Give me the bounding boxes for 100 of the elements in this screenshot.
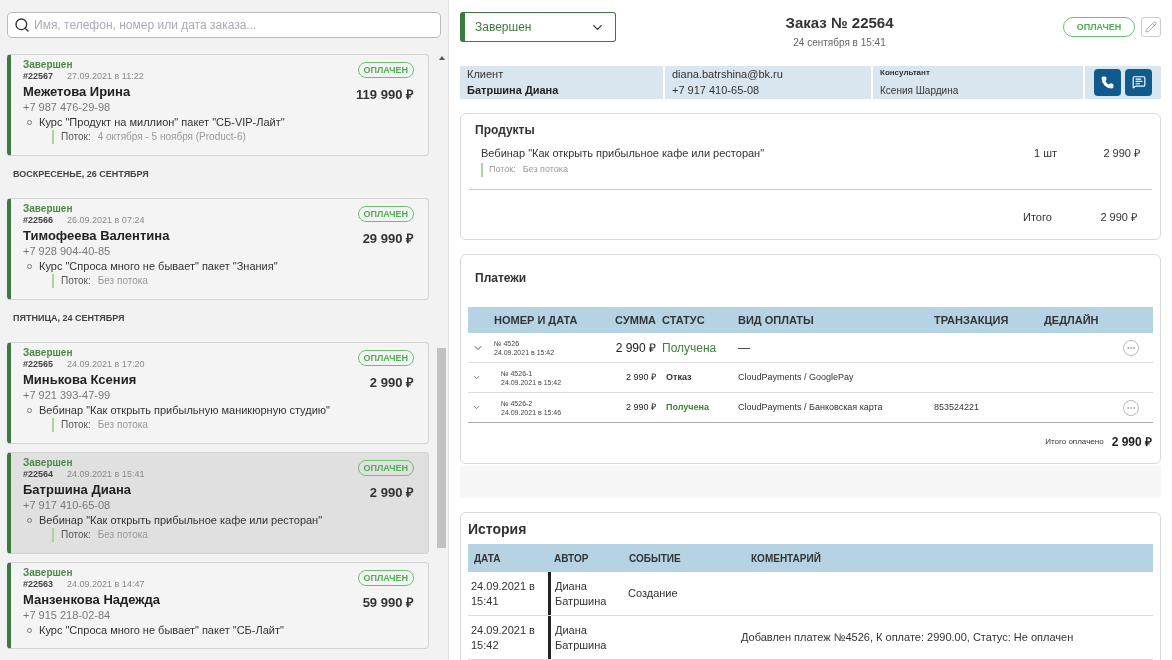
customer-name: Батршина Диана [23,481,132,498]
order-status: Завершен [23,59,74,71]
payment-sum: 2 990 ₽ [624,370,656,384]
history-event: Создание [627,586,679,602]
client-phone: +7 917 410-65-08 [672,83,761,98]
total-label: Итого [1023,209,1053,225]
order-status: Завершен [23,203,74,215]
client-label: Клиент [467,66,505,82]
order-date: 24.09.2021 в 15:41 [67,469,145,480]
scroll-up-icon[interactable] [438,56,445,60]
stream-label: Поток: [61,130,91,144]
column-header: ДЕДЛАЙН [1044,312,1100,328]
column-header: ДАТА [473,551,502,566]
consultant-name: Ксения Шардина [880,83,960,98]
order-price: 2 990 ₽ [369,374,414,392]
order-number: #22565 [23,359,54,370]
payment-sum: 2 990 ₽ [614,339,656,357]
payment-status: Получена [661,339,718,357]
product-quantity: 1 шт [1034,145,1059,161]
order-number: #22567 [23,71,54,82]
edit-button[interactable] [1141,17,1161,37]
message-button[interactable] [1125,68,1152,96]
column-header: КОМЕНТАРИЙ [750,551,822,566]
payment-method: — [738,339,751,357]
payment-status: Получена [665,400,711,414]
stream-label: Поток: [489,163,516,176]
client-name: Батршина Диана [467,83,560,98]
order-price: 2 990 ₽ [369,484,414,502]
stream-value: 4 октября - 5 ноября (Product-6) [97,130,246,144]
order-card[interactable]: Завершен #22565 24.09.2021 в 17:20 Минькова Ксения +7 921 393-47-99 ОПЛАЧЕН 2 990 ₽ Вебинар "Как открыть прибыльную маникюрную студию" Поток: Без потока [7,342,429,444]
product-title: Курс "Спроса много не бывает" пакет "Знания" [39,259,278,273]
section-title: Платежи [474,270,528,287]
customer-phone: +7 928 904-40-85 [23,244,112,258]
order-number: #22564 [23,469,54,480]
column-header: СОБЫТИЕ [628,551,682,566]
product-title: Вебинар "Как открыть прибыльное кафе или ресторан" [39,513,323,527]
customer-name: Тимофеева Валентина [23,227,170,244]
pencil-icon [1145,21,1157,33]
order-date: 26.09.2021 в 07:24 [67,215,145,226]
section-title: Продукты [474,121,536,139]
payment-method: CloudPayments / GooglePay [738,370,855,384]
order-card[interactable]: Завершен #22564 24.09.2021 в 15:41 Батршина Диана +7 917 410-65-08 ОПЛАЧЕН 2 990 ₽ Вебинар "Как открыть прибыльное кафе или ресторан" Поток: Без потока [7,452,429,554]
product-title: Курс "Спроса много не бывает" пакет "СБ-Лайт" [39,623,284,637]
order-card[interactable]: Завершен #22567 27.09.2021 в 11:22 Межетова Ирина +7 987 476-29-98 ОПЛАЧЕН 119 990 ₽ Курс "Продукт на миллион" пакет "СБ-VIP-Лайт" Поток: 4 октября - 5 ноября (Product-6) [7,54,429,156]
column-header: НОМЕР И ДАТА [494,312,579,328]
product-title: Вебинар "Как открыть прибыльную маникюрную студию" [39,403,330,417]
order-card[interactable]: Завершен #22566 26.09.2021 в 07:24 Тимофеева Валентина +7 928 904-40-85 ОПЛАЧЕН 29 990 ₽ Курс "Спроса много не бывает" пакет "Знания" Поток: Без потока [7,198,429,300]
status-select[interactable]: Завершен [460,12,616,42]
date-header: ВОСКРЕСЕНЬЕ, 26 СЕНТЯБРЯ [12,168,150,181]
call-button[interactable] [1094,68,1121,96]
order-price: 119 990 ₽ [356,86,414,104]
payment-sum: 2 990 ₽ [624,400,656,414]
customer-name: Межетова Ирина [23,83,132,100]
column-header: АВТОР [553,551,590,566]
customer-phone: +7 987 476-29-98 [23,100,112,114]
column-header: ВИД ОПЛАТЫ [738,312,815,328]
stream-label: Поток: [61,528,91,542]
payment-method: CloudPayments / Банковская карта [738,400,884,414]
order-date: 27.09.2021 в 11:22 [67,71,144,82]
transaction-id: 853524221 [934,400,981,414]
section-title: История [468,520,528,539]
column-header: ТРАНЗАКЦИЯ [934,312,1010,328]
search-icon [14,17,30,33]
customer-phone: +7 921 393-47-99 [23,388,112,402]
stream-value: Без потока [97,418,148,432]
phone-icon [1101,75,1114,89]
order-price: 29 990 ₽ [362,230,414,248]
product-price: 2 990 ₽ [1102,145,1140,161]
history-author: Диана Батршина [548,616,623,659]
order-number: #22563 [23,579,54,590]
total-price: 2 990 ₽ [1099,209,1137,225]
stream-value: Без потока [522,163,568,176]
customer-name: Минькова Ксения [23,371,138,388]
payment-status: Отказ [665,370,693,384]
order-title: Заказ № 22564 [785,13,894,33]
column-header: СТАТУС [661,312,706,328]
expand-icon[interactable] [472,403,481,412]
history-date: 24.09.2021 в 15:41 [470,578,536,609]
column-header: СУММА [614,312,656,328]
customer-phone: +7 917 410-65-08 [23,498,112,512]
order-number: #22566 [23,215,54,226]
stream-value: Без потока [97,528,148,542]
history-author: Диана Батршина [548,572,623,615]
total-paid: 2 990 ₽ [1111,434,1152,451]
date-header: ПЯТНИЦА, 24 СЕНТЯБРЯ [12,312,126,325]
search-field[interactable]: Имя, телефон, номер или дата заказа... [7,12,441,38]
client-email: diana.batrshina@bk.ru [672,66,784,82]
order-date: 24.09.2021 в 14:47 [67,579,145,590]
history-comment: Добавлен платеж №4526, К оплате: 2990.00, Статус: Не оплачен [741,630,1075,646]
order-date: 24.09.2021 в 17:20 [67,359,145,370]
product-title: Вебинар "Как открыть прибыльное кафе или ресторан" [481,145,765,161]
expand-icon[interactable] [472,373,481,382]
total-paid-label: Итого оплачено [1045,436,1104,448]
order-card[interactable]: Завершен #22563 24.09.2021 в 14:47 Манзенкова Надежда +7 915 218-02-84 ОПЛАЧЕН 59 990 ₽ Курс "Спроса много не бывает" пакет "СБ-Лайт" [7,562,429,649]
order-price: 59 990 ₽ [362,594,414,612]
chat-icon [1131,75,1146,89]
product-title: Курс "Продукт на миллион" пакет "СБ-VIP-Лайт" [39,115,285,129]
order-date: 24 сентября в 15:41 [793,35,886,50]
consultant-label: Консультант [880,66,931,79]
history-date: 24.09.2021 в 15:42 [470,622,536,653]
